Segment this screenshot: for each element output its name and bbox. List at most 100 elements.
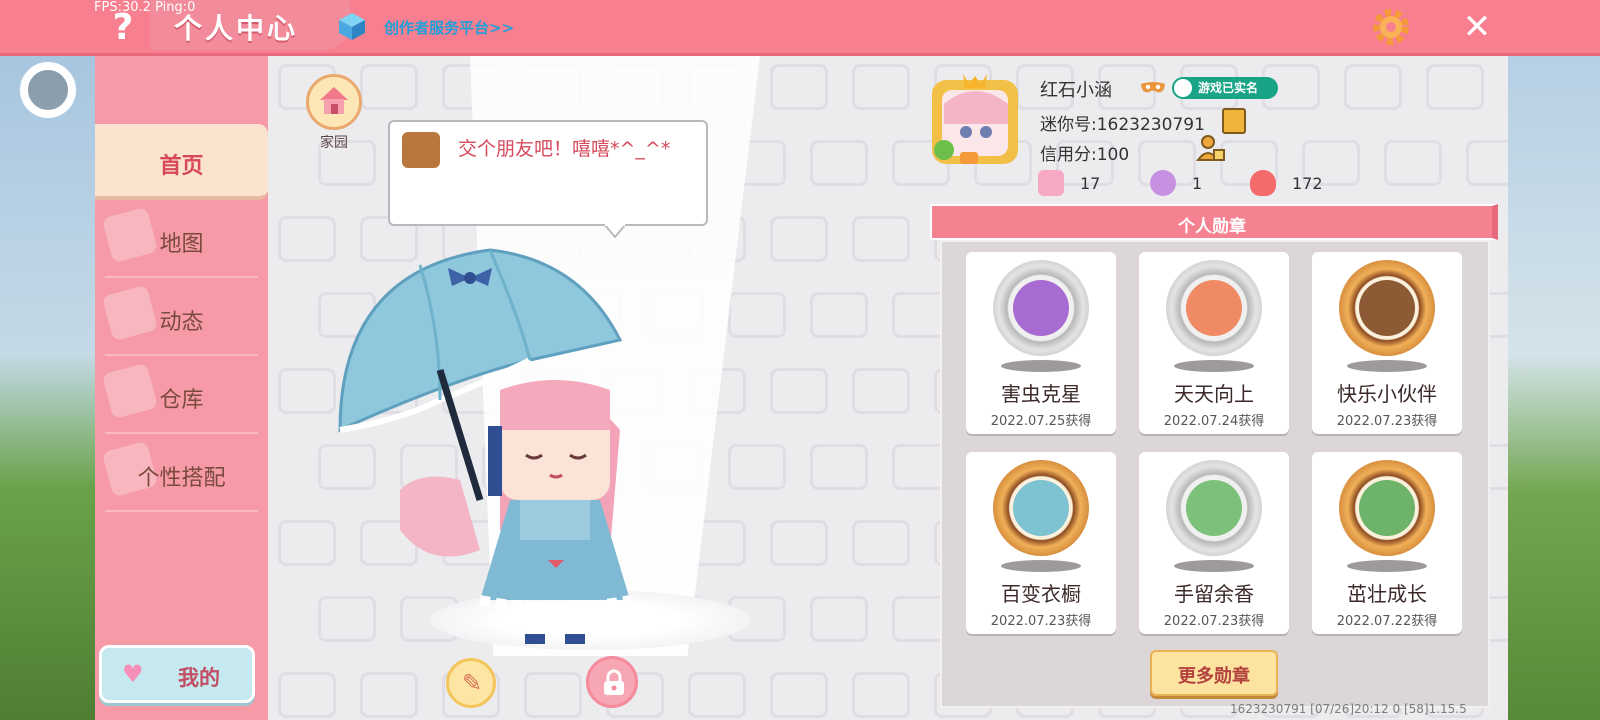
medal-shadow bbox=[1347, 360, 1427, 372]
medal-date: 2022.07.23获得 bbox=[1336, 414, 1438, 429]
signature-bubble[interactable]: 交个朋友吧！嘻嘻*^_^* bbox=[388, 120, 708, 226]
medal-date: 2022.07.24获得 bbox=[1163, 414, 1265, 429]
pattern-tile bbox=[688, 672, 746, 718]
person-card-icon[interactable] bbox=[1196, 134, 1226, 162]
medal-name: 快乐小伙伴 bbox=[1337, 382, 1437, 406]
sidebar-item-home[interactable]: 首页 bbox=[95, 124, 268, 200]
creator-cube-icon[interactable] bbox=[337, 11, 367, 41]
medal-date: 2022.07.23获得 bbox=[990, 614, 1092, 629]
top-bar: ? 个人中心 FPS:30.2 Ping:0 创作者服务平台>> ✕ bbox=[0, 0, 1600, 56]
medal-section-header: 个人勋章 bbox=[930, 204, 1498, 240]
player-avatar-figure[interactable] bbox=[330, 230, 650, 650]
close-icon[interactable]: ✕ bbox=[1460, 10, 1494, 44]
me-button-label: 我的 bbox=[178, 666, 220, 690]
medal-card[interactable]: 手留余香 2022.07.23获得 bbox=[1139, 452, 1289, 634]
more-medals-label: 更多勋章 bbox=[1178, 666, 1250, 687]
pattern-tile bbox=[524, 672, 582, 718]
pattern-tile bbox=[728, 292, 786, 338]
medal-shadow bbox=[1001, 560, 1081, 572]
sidebar-item-feed[interactable]: 动态 bbox=[95, 280, 268, 356]
build-info: 1623230791 [07/26]20:12 0 [58]1.15.5 bbox=[1230, 702, 1467, 716]
friends-medal-icon bbox=[1339, 260, 1435, 356]
signature-text: 交个朋友吧！嘻嘻*^_^* bbox=[458, 138, 671, 160]
sidebar-item-label: 仓库 bbox=[159, 388, 204, 413]
stat-value: 1 bbox=[1192, 174, 1203, 193]
pattern-tile bbox=[360, 64, 418, 110]
background-scene-left bbox=[0, 56, 95, 720]
background-scene-right bbox=[1506, 56, 1600, 720]
pencil-icon: ✎ bbox=[462, 669, 483, 697]
divider bbox=[105, 432, 258, 434]
sidebar-item-label: 首页 bbox=[159, 154, 204, 179]
sidebar-item-outfit[interactable]: 个性搭配 bbox=[95, 436, 268, 512]
house-icon bbox=[320, 87, 348, 114]
pattern-tile bbox=[770, 216, 828, 262]
gear-icon[interactable] bbox=[1372, 8, 1410, 46]
bug-medal-icon bbox=[993, 260, 1089, 356]
stat-value: 172 bbox=[1292, 174, 1323, 193]
medal-date: 2022.07.25获得 bbox=[990, 414, 1092, 429]
sidebar-item-map[interactable]: 地图 bbox=[95, 202, 268, 278]
record-indicator-icon[interactable] bbox=[20, 62, 76, 118]
verified-badge: 游戏已实名 bbox=[1172, 77, 1278, 99]
medal-shadow bbox=[1347, 560, 1427, 572]
calendar-medal-icon bbox=[1166, 260, 1262, 356]
pattern-tile bbox=[770, 672, 828, 718]
medal-section-title: 个人勋章 bbox=[1178, 217, 1246, 237]
divider bbox=[105, 354, 258, 356]
pattern-tile bbox=[1466, 140, 1508, 186]
sidebar-item-label: 地图 bbox=[159, 232, 204, 257]
medal-card[interactable]: 百变衣橱 2022.07.23获得 bbox=[966, 452, 1116, 634]
profile-avatar[interactable] bbox=[930, 74, 1020, 166]
medal-name: 百变衣橱 bbox=[1001, 582, 1081, 606]
cheer-icon bbox=[1150, 170, 1176, 196]
more-medals-button[interactable]: 更多勋章 bbox=[1150, 650, 1278, 696]
mask-icon bbox=[1141, 82, 1165, 93]
person-check-icon bbox=[1174, 79, 1192, 97]
pattern-tile bbox=[810, 292, 868, 338]
heart-icon: ♥ bbox=[122, 660, 144, 688]
pattern-tile bbox=[728, 444, 786, 490]
edit-button[interactable]: ✎ bbox=[446, 658, 496, 708]
pattern-tile bbox=[278, 672, 336, 718]
plus-card-icon bbox=[1038, 170, 1064, 196]
pattern-tile bbox=[360, 672, 418, 718]
medal-date: 2022.07.23获得 bbox=[1163, 614, 1265, 629]
medal-card[interactable]: 害虫克星 2022.07.25获得 bbox=[966, 252, 1116, 434]
mini-id: 迷你号:1623230791 bbox=[1040, 115, 1205, 135]
copy-icon[interactable] bbox=[1222, 108, 1246, 134]
stat-value: 17 bbox=[1080, 174, 1101, 193]
home-button[interactable] bbox=[306, 74, 362, 130]
verified-badge-label: 游戏已实名 bbox=[1198, 81, 1259, 95]
home-label: 家园 bbox=[320, 135, 348, 151]
pattern-tile bbox=[852, 368, 910, 414]
me-button[interactable]: ♥ 我的 bbox=[99, 645, 255, 703]
lock-button[interactable] bbox=[586, 656, 638, 708]
divider bbox=[105, 510, 258, 512]
pattern-tile bbox=[278, 216, 336, 262]
credit-score: 信用分:100 bbox=[1040, 145, 1130, 165]
sidebar-item-warehouse[interactable]: 仓库 bbox=[95, 358, 268, 434]
medal-card[interactable]: 快乐小伙伴 2022.07.23获得 bbox=[1312, 252, 1462, 434]
medal-name: 天天向上 bbox=[1174, 382, 1254, 406]
medal-shadow bbox=[1001, 360, 1081, 372]
wardrobe-medal-icon bbox=[993, 460, 1089, 556]
medal-name: 手留余香 bbox=[1174, 582, 1254, 606]
pattern-tile bbox=[810, 444, 868, 490]
pattern-tile bbox=[852, 64, 910, 110]
medal-card[interactable]: 天天向上 2022.07.24获得 bbox=[1139, 252, 1289, 434]
sidebar-item-label: 动态 bbox=[159, 310, 204, 335]
sidebar: 首页 地图 动态 仓库 个性搭配 bbox=[95, 56, 268, 720]
flower-medal-icon bbox=[1166, 460, 1262, 556]
medal-date: 2022.07.22获得 bbox=[1336, 614, 1438, 629]
creator-platform-link[interactable]: 创作者服务平台>> bbox=[384, 17, 514, 38]
medal-shadow bbox=[1174, 360, 1254, 372]
pattern-tile bbox=[810, 140, 868, 186]
pattern-tile bbox=[852, 216, 910, 262]
medal-card[interactable]: 茁壮成长 2022.07.22获得 bbox=[1312, 452, 1462, 634]
lock-icon bbox=[604, 669, 624, 695]
pattern-tile bbox=[852, 672, 910, 718]
divider bbox=[105, 276, 258, 278]
pattern-tile bbox=[770, 368, 828, 414]
pattern-tile bbox=[278, 520, 336, 566]
